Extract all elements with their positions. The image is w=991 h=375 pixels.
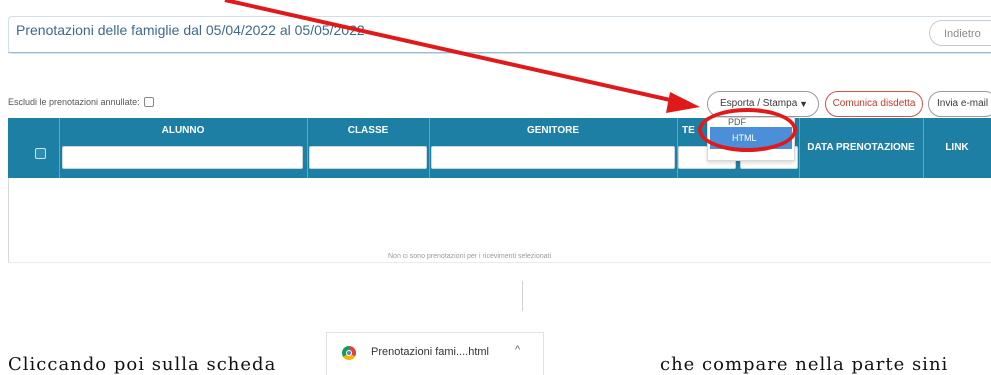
download-file-name[interactable]: Prenotazioni fami....html: [371, 346, 489, 358]
chevron-up-icon[interactable]: ^: [515, 344, 520, 356]
empty-results-message: Non ci sono prenotazioni per i ricevimen…: [388, 253, 552, 260]
document-text-right: che compare nella parte sini: [660, 354, 949, 375]
chrome-icon: [342, 346, 356, 360]
arrow-head: [666, 92, 700, 113]
content-left-border: [8, 178, 9, 263]
arrow-shaft: [224, 0, 689, 106]
content-bottom-divider: [8, 262, 991, 263]
separator-line: [522, 281, 523, 311]
download-item[interactable]: Prenotazioni fami....html ^: [326, 332, 544, 375]
document-text-left: Cliccando poi sulla scheda: [8, 354, 277, 375]
arrow-annotation: [224, 0, 700, 113]
